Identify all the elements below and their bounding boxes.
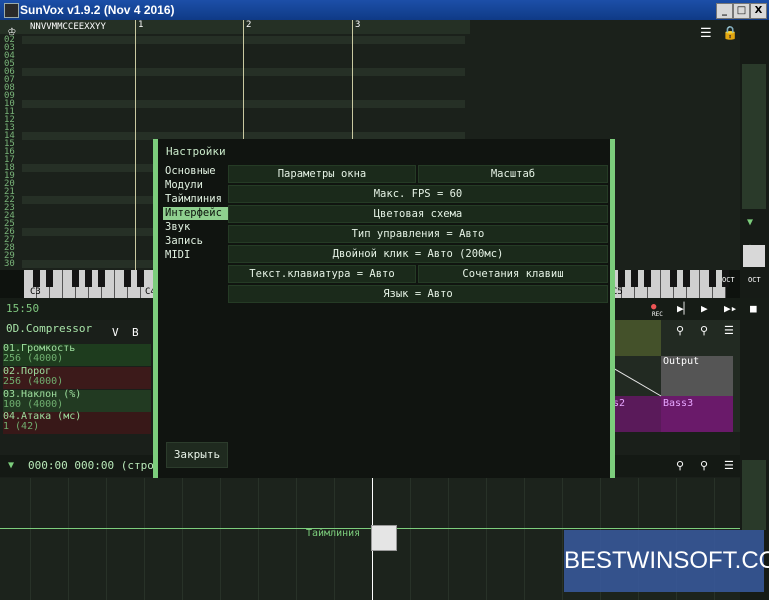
window-params-button[interactable]: Параметры окна bbox=[228, 165, 416, 183]
column-number: 2 bbox=[246, 20, 252, 30]
zoom-in-icon[interactable]: ⚲ bbox=[700, 324, 708, 337]
black-key[interactable] bbox=[644, 270, 651, 287]
play-from-start-icon[interactable]: ▶▸ bbox=[724, 302, 737, 315]
param-value: 256 (4000) bbox=[3, 353, 64, 364]
octave-label: C3 bbox=[30, 287, 41, 297]
max-fps-button[interactable]: Макс. FPS = 60 bbox=[228, 185, 608, 203]
nav-item-midi[interactable]: MIDI bbox=[163, 249, 229, 262]
nav-item-sound[interactable]: Звук bbox=[163, 221, 229, 234]
window-title: SunVox v1.9.2 (Nov 4 2016) bbox=[20, 3, 175, 17]
timeline-position: 000:00 000:00 (стро bbox=[28, 459, 154, 472]
timeline-arrow-icon[interactable]: ▼ bbox=[8, 460, 14, 471]
play-icon[interactable]: ▶ bbox=[701, 302, 708, 315]
timeline-gridline bbox=[30, 478, 31, 600]
scale-button[interactable]: Масштаб bbox=[418, 165, 608, 183]
column-number: 3 bbox=[355, 20, 361, 30]
record-label: REC bbox=[652, 311, 663, 318]
timeline-gridline bbox=[296, 478, 297, 600]
gear-icon[interactable] bbox=[743, 245, 765, 267]
black-key[interactable] bbox=[33, 270, 40, 287]
black-key[interactable] bbox=[618, 270, 625, 287]
title-bar: SunVox v1.9.2 (Nov 4 2016) _ □ X bbox=[0, 0, 769, 20]
timeline-gridline bbox=[258, 478, 259, 600]
timeline-gridline bbox=[220, 478, 221, 600]
timeline-baseline bbox=[0, 528, 740, 529]
menu-icon[interactable]: ☰ bbox=[724, 459, 734, 472]
black-key[interactable] bbox=[709, 270, 716, 287]
column-number: 1 bbox=[138, 20, 144, 30]
minimize-button[interactable]: _ bbox=[716, 3, 733, 19]
stop-icon[interactable]: ■ bbox=[750, 302, 757, 315]
watermark: BESTWINSOFT.COM bbox=[564, 530, 769, 592]
clock-time: 15:50 bbox=[6, 302, 40, 315]
module-name: 0D.Compressor bbox=[6, 322, 93, 335]
pattern-header-text: NNVVMMCCEEXXYY bbox=[30, 22, 106, 32]
lock-icon[interactable]: 🔒 bbox=[722, 26, 738, 41]
zoom-in-icon[interactable]: ⚲ bbox=[700, 459, 708, 472]
play-pattern-icon[interactable]: ▶▏ bbox=[677, 302, 690, 315]
timeline-gridline bbox=[486, 478, 487, 600]
shortcuts-button[interactable]: Сочетания клавиш bbox=[418, 265, 608, 283]
nav-item-modules[interactable]: Модули bbox=[163, 179, 229, 192]
zoom-out-icon[interactable]: ⚲ bbox=[676, 459, 684, 472]
black-key[interactable] bbox=[98, 270, 105, 287]
black-key[interactable] bbox=[683, 270, 690, 287]
param-value: 1 (42) bbox=[3, 421, 40, 432]
control-type-button[interactable]: Тип управления = Авто bbox=[228, 225, 608, 243]
timeline-gridline bbox=[182, 478, 183, 600]
param-threshold[interactable]: 02.Порог 256 (4000) bbox=[3, 367, 151, 389]
octave-down-button[interactable]: OCT bbox=[722, 276, 735, 284]
settings-dialog: Настройки Основные Модули Таймлиния Инте… bbox=[153, 139, 615, 478]
pattern-track-header: NNVVMMCCEEXXYY bbox=[0, 20, 470, 34]
black-key[interactable] bbox=[85, 270, 92, 287]
timeline-gridline bbox=[524, 478, 525, 600]
arrow-down-icon[interactable]: ▼ bbox=[747, 217, 753, 228]
menu-icon[interactable]: ☰ bbox=[700, 26, 712, 41]
double-click-button[interactable]: Двойной клик = Авто (200мс) bbox=[228, 245, 608, 263]
timeline-gridline bbox=[334, 478, 335, 600]
nav-item-general[interactable]: Основные bbox=[163, 165, 229, 178]
color-scheme-button[interactable]: Цветовая схема bbox=[228, 205, 608, 223]
dialog-title: Настройки bbox=[166, 145, 226, 158]
row-number: 30 bbox=[4, 259, 15, 269]
timeline-gridline bbox=[68, 478, 69, 600]
black-key[interactable] bbox=[631, 270, 638, 287]
timeline-gridline bbox=[448, 478, 449, 600]
timeline-gridline bbox=[562, 478, 563, 600]
black-key[interactable] bbox=[137, 270, 144, 287]
timeline-pattern-icon[interactable] bbox=[371, 525, 397, 551]
column-separator bbox=[135, 20, 136, 270]
module-flag-v[interactable]: V bbox=[112, 326, 119, 339]
timeline-gridline bbox=[410, 478, 411, 600]
scrollbar-thumb[interactable] bbox=[742, 64, 766, 209]
timeline-gridline bbox=[144, 478, 145, 600]
param-volume[interactable]: 01.Громкость 256 (4000) bbox=[3, 344, 151, 366]
param-attack[interactable]: 04.Атака (мс) 1 (42) bbox=[3, 412, 151, 434]
text-keyboard-button[interactable]: Текст.клавиатура = Авто bbox=[228, 265, 416, 283]
module-properties-panel: 0D.Compressor V B 01.Громкость 256 (4000… bbox=[0, 320, 155, 435]
module-flag-b[interactable]: B bbox=[132, 326, 139, 339]
black-key[interactable] bbox=[124, 270, 131, 287]
menu-icon[interactable]: ☰ bbox=[724, 324, 734, 337]
maximize-button[interactable]: □ bbox=[733, 3, 750, 19]
param-value: 100 (4000) bbox=[3, 399, 64, 410]
scrollbar-thumb[interactable] bbox=[742, 460, 766, 530]
nav-item-record[interactable]: Запись bbox=[163, 235, 229, 248]
param-value: 256 (4000) bbox=[3, 376, 64, 387]
nav-item-interface[interactable]: Интерфейс bbox=[163, 207, 229, 220]
close-dialog-button[interactable]: Закрыть bbox=[166, 442, 228, 468]
black-key[interactable] bbox=[72, 270, 79, 287]
timeline-gridline bbox=[106, 478, 107, 600]
black-key[interactable] bbox=[670, 270, 677, 287]
zoom-out-icon[interactable]: ⚲ bbox=[676, 324, 684, 337]
language-button[interactable]: Язык = Авто bbox=[228, 285, 608, 303]
nav-item-timeline[interactable]: Таймлиния bbox=[163, 193, 229, 206]
timeline-marker-label: Таймлиния bbox=[306, 528, 361, 539]
app-icon bbox=[4, 3, 19, 18]
black-key[interactable] bbox=[46, 270, 53, 287]
octave-up-button[interactable]: OCT bbox=[748, 276, 761, 284]
close-window-button[interactable]: X bbox=[750, 3, 767, 19]
param-slope[interactable]: 03.Наклон (%) 100 (4000) bbox=[3, 390, 151, 412]
